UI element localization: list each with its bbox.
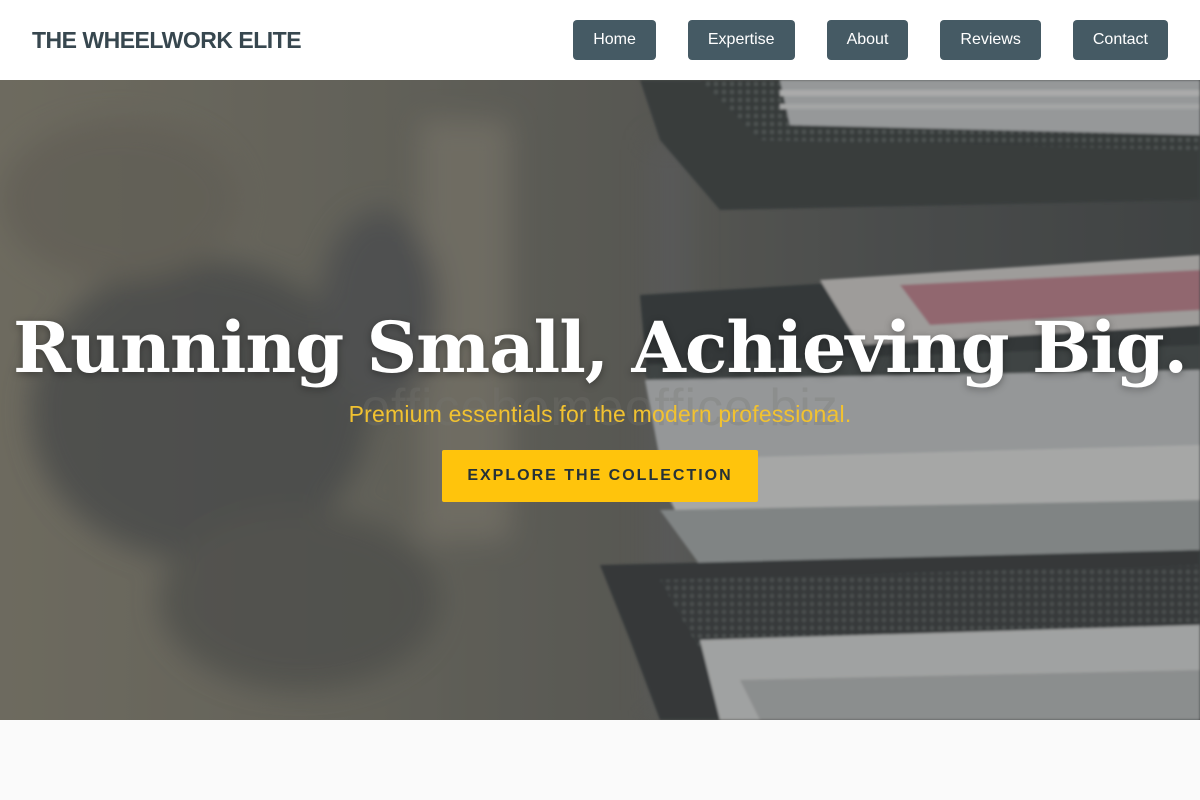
- hero-title: Running Small, Achieving Big.: [12, 306, 1188, 389]
- brand-logo[interactable]: THE WHEELWORK ELITE: [32, 27, 302, 54]
- hero-section: officehomeoffice.biz Running Small, Achi…: [0, 80, 1200, 720]
- nav-reviews-button[interactable]: Reviews: [940, 20, 1041, 60]
- main-nav: Home Expertise About Reviews Contact: [573, 20, 1168, 60]
- nav-expertise-button[interactable]: Expertise: [687, 20, 795, 60]
- nav-home-button[interactable]: Home: [573, 20, 656, 60]
- nav-about-button[interactable]: About: [826, 20, 909, 60]
- site-header: THE WHEELWORK ELITE Home Expertise About…: [0, 0, 1200, 80]
- explore-collection-button[interactable]: EXPLORE THE COLLECTION: [442, 450, 758, 502]
- content-section: [0, 720, 1200, 800]
- hero-content: officehomeoffice.biz Running Small, Achi…: [0, 80, 1200, 720]
- hero-subtitle: Premium essentials for the modern profes…: [348, 401, 852, 427]
- nav-contact-button[interactable]: Contact: [1072, 20, 1168, 60]
